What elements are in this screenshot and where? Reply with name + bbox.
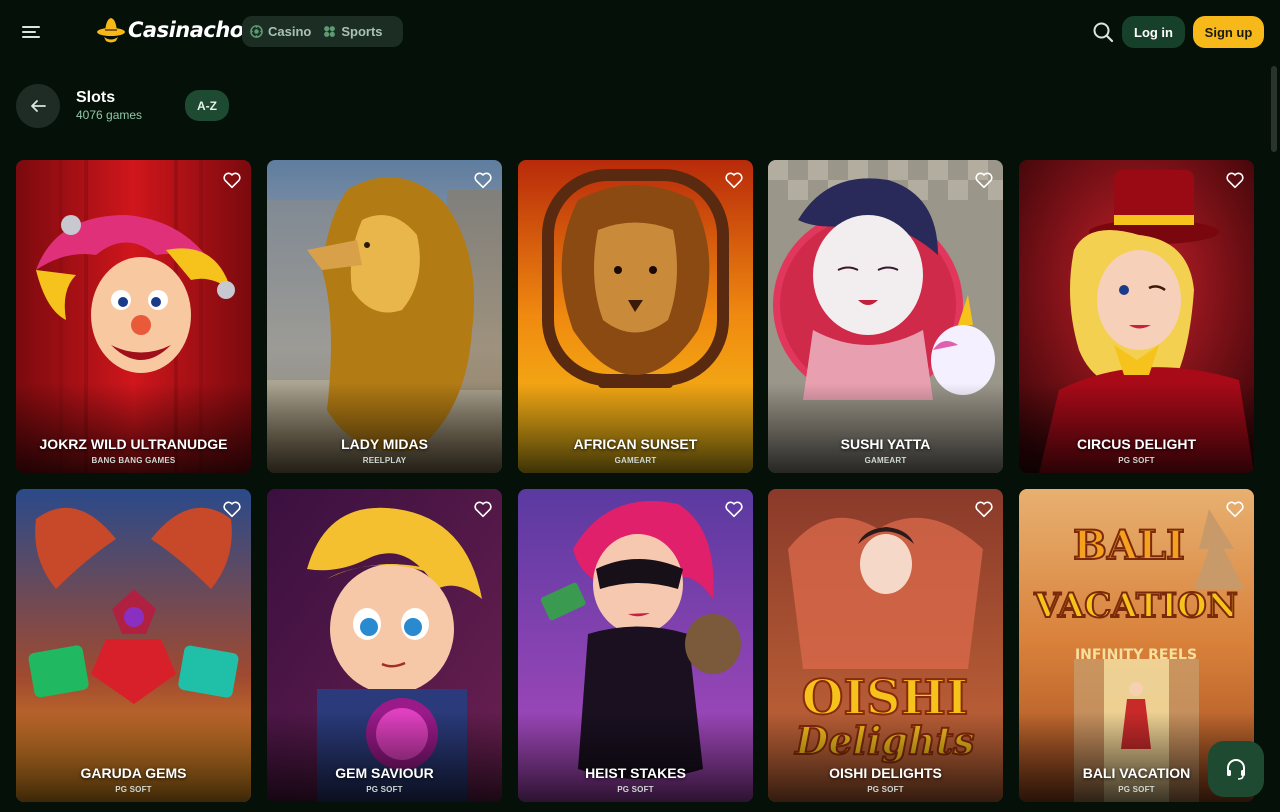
arrow-left-icon — [31, 100, 46, 112]
game-provider: BANG BANG GAMES — [91, 456, 176, 465]
game-provider: PG SOFT — [617, 785, 654, 794]
back-button[interactable] — [16, 84, 60, 128]
game-provider: PG SOFT — [366, 785, 403, 794]
game-card[interactable]: AFRICAN SUNSET GAMEART — [518, 160, 753, 473]
game-provider: REELPLAY — [362, 456, 407, 465]
nav-casino-label: Casino — [268, 24, 312, 39]
game-card[interactable]: GEM SAVIOUR PG SOFT — [267, 489, 502, 802]
game-title: GEM SAVIOUR — [335, 765, 434, 781]
game-card[interactable]: HEIST STAKES PG SOFT — [518, 489, 753, 802]
game-title: JOKRZ WILD ULTRANUDGE — [39, 436, 228, 452]
game-title: GARUDA GEMS — [80, 765, 187, 781]
game-title: LADY MIDAS — [341, 436, 428, 452]
heart-icon[interactable] — [221, 498, 243, 520]
heart-icon[interactable] — [973, 169, 995, 191]
game-card[interactable]: OISHI Delights OISHI DELIGHTS PG SOFT — [768, 489, 1003, 802]
heart-icon[interactable] — [472, 498, 494, 520]
game-card[interactable]: JOKRZ WILD ULTRANUDGE BANG BANG GAMES — [16, 160, 251, 473]
nav-sports[interactable]: Sports — [323, 24, 383, 39]
game-title: CIRCUS DELIGHT — [1077, 436, 1196, 452]
signup-button[interactable]: Sign up — [1193, 16, 1264, 48]
main-nav: Casino Sports — [242, 16, 403, 47]
game-provider: GAMEART — [614, 456, 657, 465]
game-provider: PG SOFT — [867, 785, 904, 794]
heart-icon[interactable] — [1224, 498, 1246, 520]
sombrero-icon — [96, 15, 126, 45]
hamburger-menu-icon[interactable] — [18, 20, 46, 44]
game-title: AFRICAN SUNSET — [573, 436, 698, 452]
game-card[interactable]: LADY MIDAS REELPLAY — [267, 160, 502, 473]
support-chat-button[interactable] — [1208, 741, 1264, 797]
casino-chip-icon — [250, 25, 263, 38]
game-title: OISHI DELIGHTS — [829, 765, 942, 781]
nav-casino[interactable]: Casino — [250, 24, 311, 39]
heart-icon[interactable] — [723, 169, 745, 191]
game-card[interactable]: GARUDA GEMS PG SOFT — [16, 489, 251, 802]
sort-az-button[interactable]: A-Z — [185, 90, 229, 121]
game-title: HEIST STAKES — [585, 765, 686, 781]
games-count: 4076 games — [76, 108, 143, 122]
nav-sports-label: Sports — [341, 24, 383, 39]
headset-icon — [1227, 759, 1245, 780]
game-provider: PG SOFT — [1118, 456, 1155, 465]
game-title: SUSHI YATTA — [840, 436, 931, 452]
game-card[interactable]: SUSHI YATTA GAMEART — [768, 160, 1003, 473]
search-icon[interactable] — [1091, 20, 1115, 44]
page-title: Slots — [76, 89, 116, 106]
top-bar: Casinacho Casino Sports Log in Sign up — [0, 0, 1280, 64]
heart-icon[interactable] — [973, 498, 995, 520]
heart-icon[interactable] — [221, 169, 243, 191]
game-provider: PG SOFT — [115, 785, 152, 794]
heart-icon[interactable] — [723, 498, 745, 520]
sports-ball-icon — [324, 26, 336, 37]
logo[interactable]: Casinacho — [96, 14, 244, 46]
heart-icon[interactable] — [472, 169, 494, 191]
scrollbar[interactable] — [1271, 66, 1277, 152]
login-button[interactable]: Log in — [1122, 16, 1185, 48]
game-card[interactable]: CIRCUS DELIGHT PG SOFT — [1019, 160, 1254, 473]
game-provider: GAMEART — [864, 456, 907, 465]
infinity-reels-text: INFINITY REELS — [1075, 647, 1197, 663]
vacation-logo-text: VACATION — [1033, 586, 1238, 626]
bali-logo-text: BALI — [1073, 522, 1185, 569]
logo-text: Casinacho — [128, 18, 244, 42]
heart-icon[interactable] — [1224, 169, 1246, 191]
